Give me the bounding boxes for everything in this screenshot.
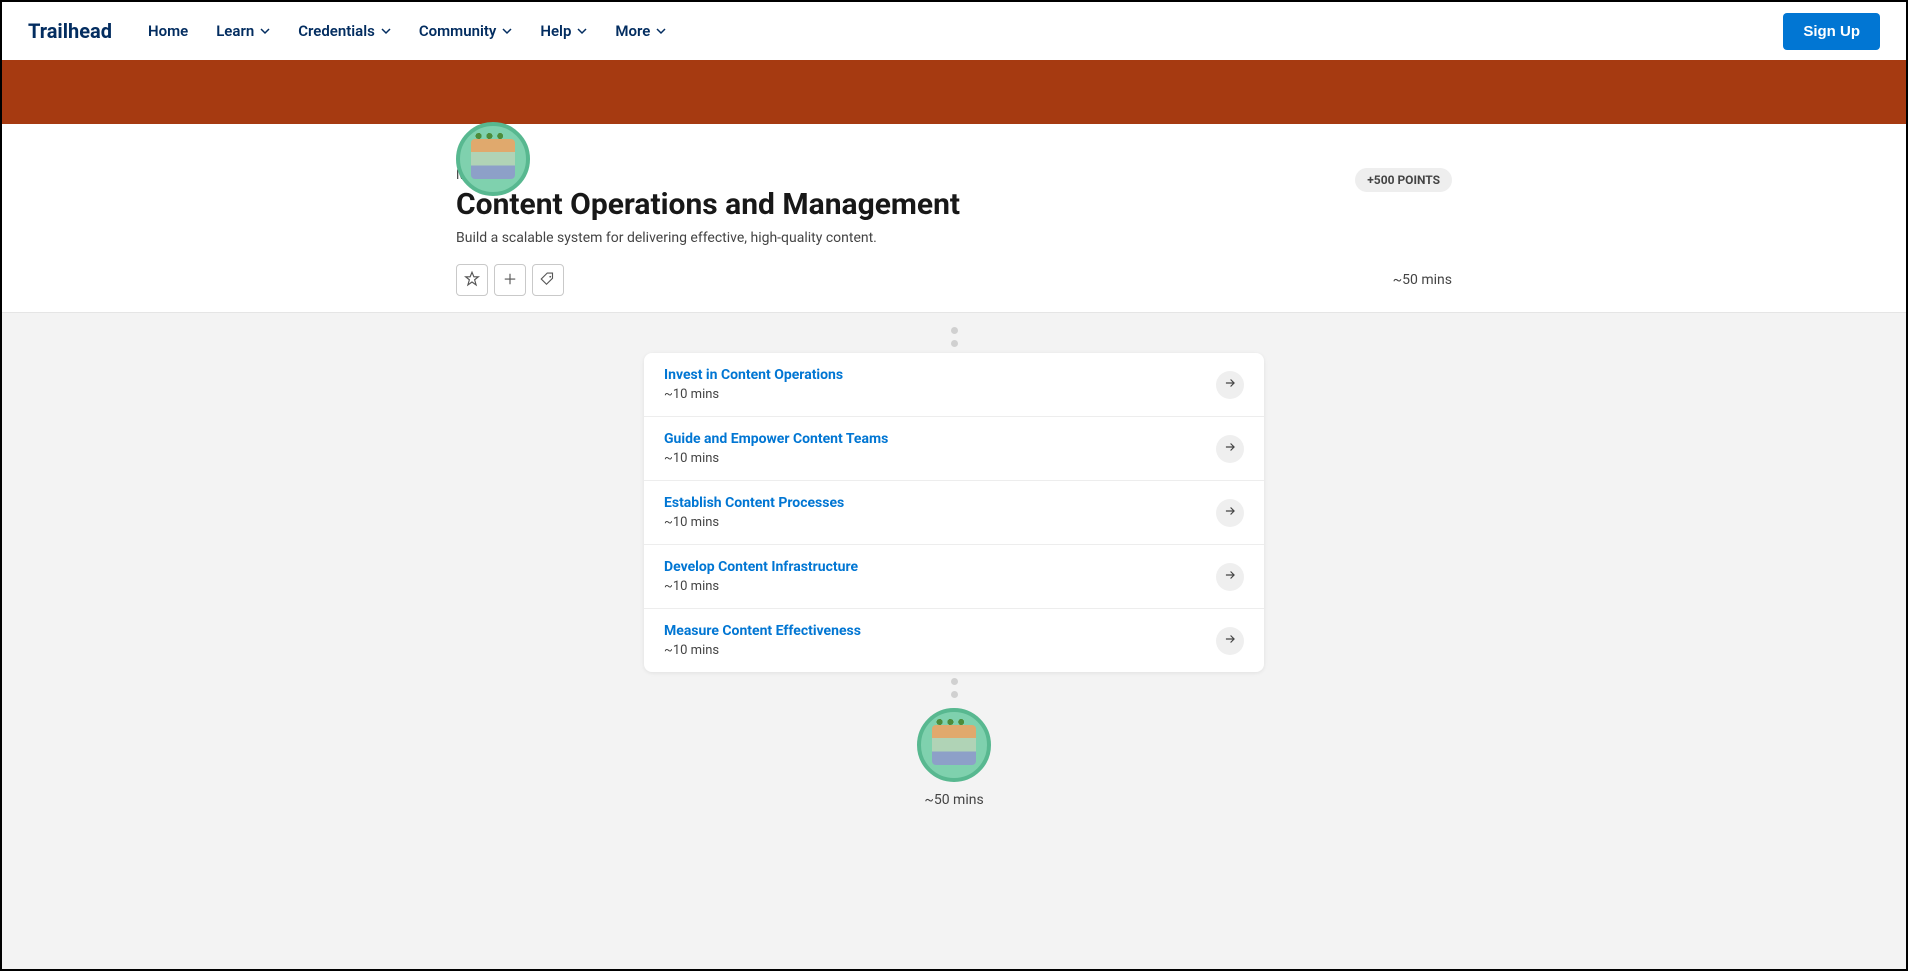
tag-icon [539,270,557,291]
add-button[interactable] [494,264,526,296]
unit-row: Develop Content Infrastructure ~10 mins [644,545,1264,609]
unit-duration: ~10 mins [664,515,1216,530]
chevron-down-icon [381,26,391,36]
unit-title[interactable]: Develop Content Infrastructure [664,559,1216,575]
unit-title[interactable]: Establish Content Processes [664,495,1216,511]
star-icon [463,270,481,291]
unit-duration: ~10 mins [664,579,1216,594]
arrow-right-icon [1223,503,1237,522]
module-badge-icon [456,122,530,196]
module-description: Build a scalable system for delivering e… [456,230,1355,246]
nav-credentials-label: Credentials [298,22,375,40]
unit-title[interactable]: Guide and Empower Content Teams [664,431,1216,447]
units-list: Invest in Content Operations ~10 mins Gu… [644,353,1264,672]
nav-learn-label: Learn [216,22,254,40]
unit-go-button[interactable] [1216,371,1244,399]
points-badge: +500 POINTS [1355,168,1452,192]
connector-dots-bottom [644,672,1264,704]
tags-button[interactable] [532,264,564,296]
unit-row: Guide and Empower Content Teams ~10 mins [644,417,1264,481]
unit-title[interactable]: Invest in Content Operations [664,367,1216,383]
chevron-down-icon [656,26,666,36]
arrow-right-icon [1223,567,1237,586]
nav-learn[interactable]: Learn [216,22,270,40]
module-badge-icon [917,708,991,782]
module-duration: ~50 mins [1393,272,1452,288]
nav-links: Home Learn Credentials Community Help Mo… [148,22,666,40]
main-area: Invest in Content Operations ~10 mins Gu… [2,313,1906,971]
nav-more-label: More [615,22,650,40]
chevron-down-icon [577,26,587,36]
chevron-down-icon [502,26,512,36]
favorite-button[interactable] [456,264,488,296]
footer-badge: ~50 mins [644,704,1264,808]
top-nav: Trailhead Home Learn Credentials Communi… [2,2,1906,60]
nav-community-label: Community [419,22,497,40]
unit-go-button[interactable] [1216,563,1244,591]
arrow-right-icon [1223,375,1237,394]
unit-go-button[interactable] [1216,435,1244,463]
unit-duration: ~10 mins [664,643,1216,658]
nav-home[interactable]: Home [148,22,188,40]
arrow-right-icon [1223,439,1237,458]
unit-title[interactable]: Measure Content Effectiveness [664,623,1216,639]
nav-community[interactable]: Community [419,22,513,40]
logo[interactable]: Trailhead [28,19,112,43]
arrow-right-icon [1223,631,1237,650]
banner [2,60,1906,124]
unit-row: Measure Content Effectiveness ~10 mins [644,609,1264,672]
footer-duration: ~50 mins [924,792,983,808]
unit-go-button[interactable] [1216,499,1244,527]
module-label: Module [456,168,1355,183]
unit-duration: ~10 mins [664,387,1216,402]
signup-button[interactable]: Sign Up [1783,13,1880,50]
nav-help-label: Help [540,22,571,40]
plus-icon [501,270,519,291]
unit-go-button[interactable] [1216,627,1244,655]
nav-credentials[interactable]: Credentials [298,22,391,40]
module-title: Content Operations and Management [456,187,1355,222]
module-header: Module Content Operations and Management… [2,124,1906,313]
unit-duration: ~10 mins [664,451,1216,466]
connector-dots-top [644,321,1264,353]
unit-row: Establish Content Processes ~10 mins [644,481,1264,545]
nav-home-label: Home [148,22,188,40]
chevron-down-icon [260,26,270,36]
nav-help[interactable]: Help [540,22,587,40]
nav-more[interactable]: More [615,22,666,40]
unit-row: Invest in Content Operations ~10 mins [644,353,1264,417]
